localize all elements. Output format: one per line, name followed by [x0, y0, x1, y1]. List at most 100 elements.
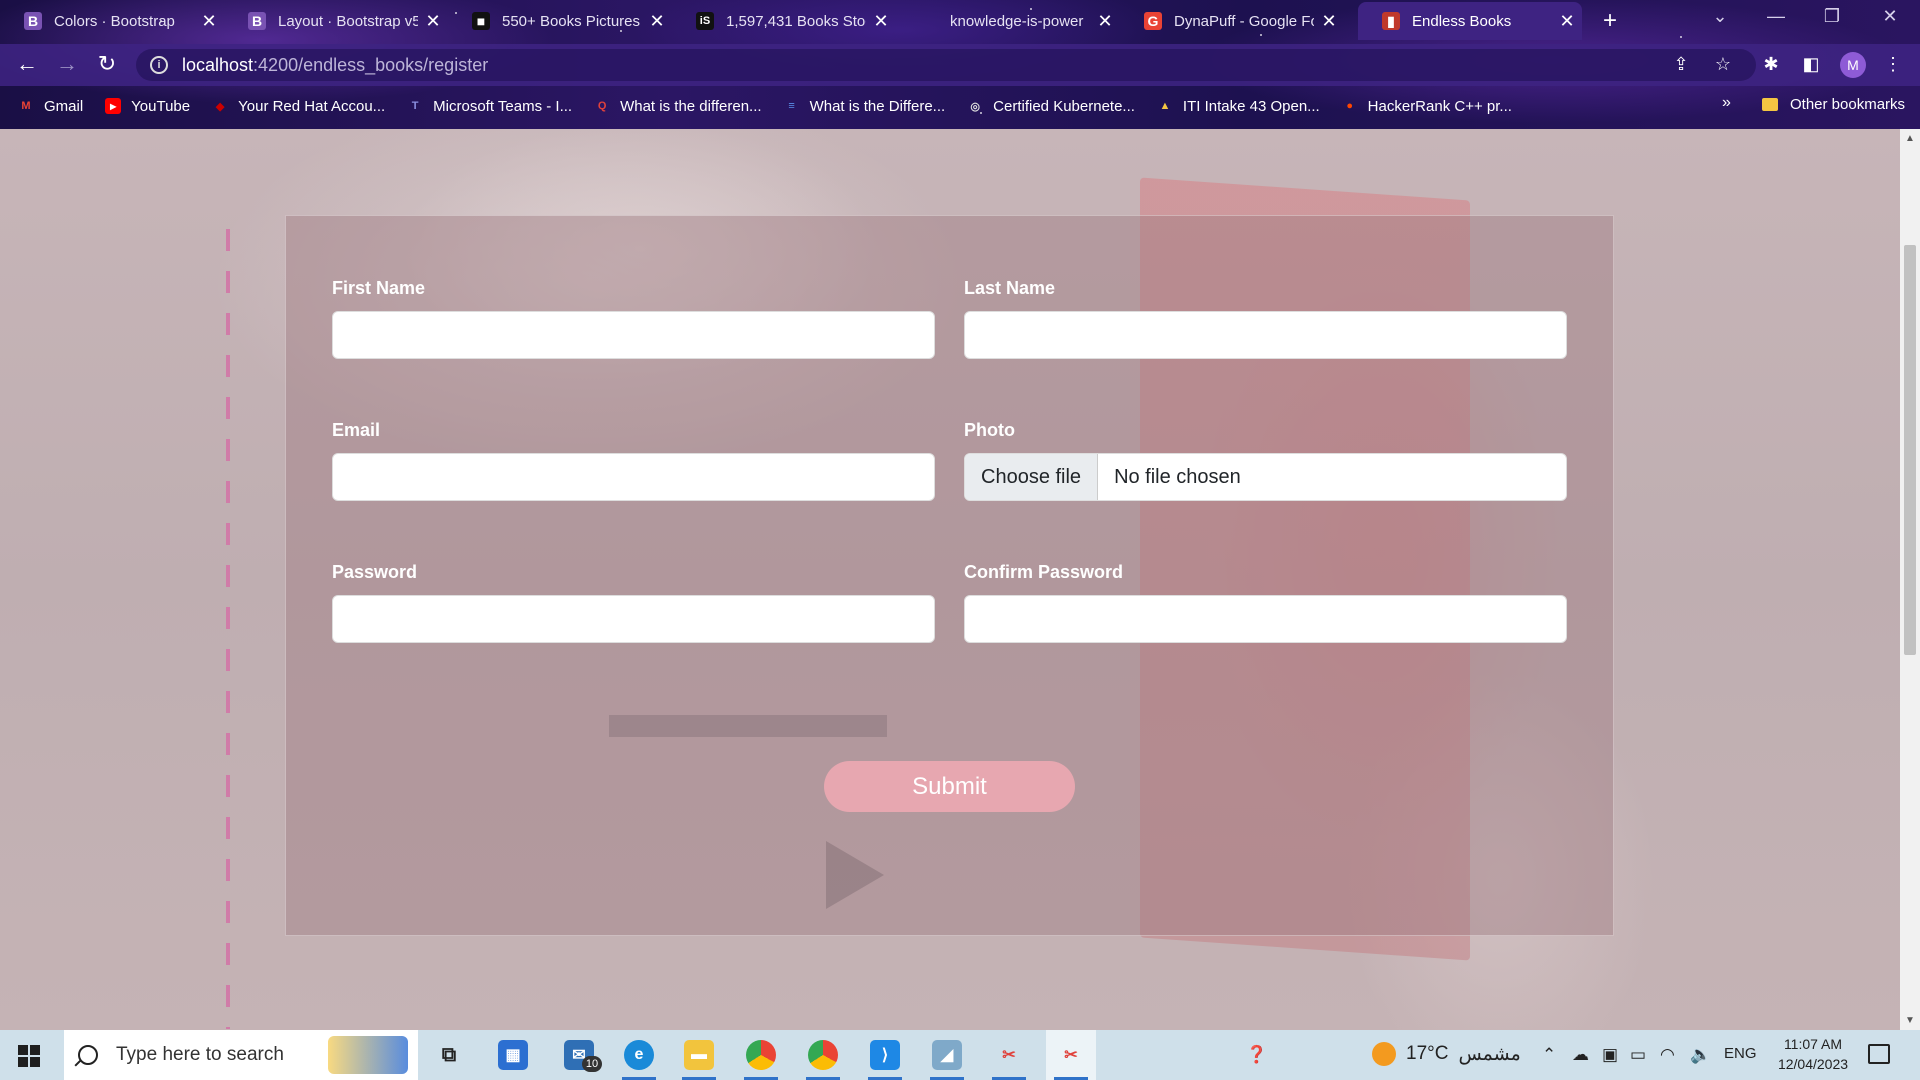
help-icon[interactable]: ❓ [1246, 1045, 1267, 1065]
onedrive-icon[interactable]: ☁ [1572, 1045, 1589, 1065]
tab-colors-bootstrap[interactable]: B Colors · Bootstrap ✕ [0, 2, 224, 40]
minimize-icon[interactable]: — [1756, 6, 1796, 27]
photo-file-input[interactable]: Choose file No file chosen [964, 453, 1567, 501]
share-icon[interactable]: ⇪ [1668, 54, 1694, 75]
submit-button[interactable]: Submit [824, 761, 1075, 812]
menu-icon[interactable]: ⋮ [1880, 54, 1906, 75]
close-icon[interactable]: ✕ [1314, 11, 1344, 32]
temperature: 17°C [1406, 1043, 1449, 1064]
tab-knowledge-is-power[interactable]: knowledge-is-power ✕ [896, 2, 1120, 40]
password-group: Password [332, 562, 935, 643]
extensions-icon[interactable]: ✱ [1758, 54, 1784, 75]
bookmark-label: Certified Kubernete... [993, 97, 1135, 115]
chrome-profile-icon[interactable] [798, 1030, 848, 1080]
email-label: Email [332, 420, 381, 440]
confirm-password-input[interactable] [964, 595, 1567, 643]
side-panel-icon[interactable]: ◧ [1798, 54, 1824, 75]
windows-start-icon[interactable] [18, 1045, 40, 1067]
chrome-icon[interactable] [736, 1030, 786, 1080]
scroll-down-icon[interactable]: ▼ [1905, 1015, 1915, 1026]
weather-text: مشمس [1458, 1043, 1521, 1065]
close-icon[interactable]: ✕ [194, 11, 224, 32]
back-icon[interactable]: ← [14, 52, 40, 78]
google-drive-icon: ▲ [1159, 100, 1171, 112]
bookmark-red-hat[interactable]: ◆ Your Red Hat Accou... [212, 98, 385, 115]
restore-icon[interactable]: ❐ [1812, 6, 1852, 27]
tab-title: DynaPuff - Google Fo [1174, 12, 1314, 30]
bookmark-difference[interactable]: ≡ What is the Differe... [784, 98, 945, 115]
forward-icon[interactable]: → [54, 52, 80, 78]
tab-search-icon[interactable]: ⌄ [1700, 6, 1740, 27]
tab-layout-bootstrap[interactable]: B Layout · Bootstrap v5 ✕ [224, 2, 448, 40]
tab-books-stock[interactable]: iS 1,597,431 Books Stock ✕ [672, 2, 896, 40]
store-icon[interactable]: ▦ [488, 1030, 538, 1080]
windows-taskbar: Type here to search ⧉ ▦ ✉ e ▬ ⟩ ◢ ✂ ✂ ❓ … [0, 1030, 1920, 1080]
mail-icon[interactable]: ✉ [554, 1030, 604, 1080]
sun-icon [1372, 1042, 1396, 1066]
chevron-up-icon[interactable]: ⌃ [1542, 1045, 1556, 1065]
tab-books-pictures[interactable]: ■ 550+ Books Pictures ✕ [448, 2, 672, 40]
bookmark-iti-intake[interactable]: ▲ ITI Intake 43 Open... [1157, 98, 1319, 115]
new-tab-button[interactable]: + [1596, 8, 1624, 36]
bookmark-label: Gmail [44, 97, 84, 115]
bookmark-teams[interactable]: T Microsoft Teams - I... [407, 98, 572, 115]
wifi-icon[interactable]: ◠ [1660, 1045, 1675, 1065]
tab-strip: B Colors · Bootstrap ✕ B Layout · Bootst… [0, 0, 1920, 42]
photo-group: Photo Choose file No file chosen [964, 420, 1567, 501]
other-bookmarks[interactable]: Other bookmarks [1762, 96, 1905, 113]
device-icon[interactable]: ▣ [1602, 1045, 1618, 1065]
profile-avatar[interactable]: M [1840, 52, 1866, 78]
taskbar-search-input[interactable]: Type here to search [64, 1030, 418, 1080]
browser-toolbar: ← → ↻ i localhost:4200/endless_books/reg… [0, 44, 1920, 86]
close-icon[interactable]: ✕ [1090, 11, 1120, 32]
tab-endless-books[interactable]: ▮ Endless Books ✕ [1358, 2, 1582, 40]
page-scrollbar[interactable]: ▲ ▼ [1900, 129, 1920, 1030]
tab-dynapuff-google-fonts[interactable]: G DynaPuff - Google Fo ✕ [1120, 2, 1344, 40]
file-explorer-icon[interactable]: ▬ [674, 1030, 724, 1080]
volume-icon[interactable]: 🔈 [1690, 1045, 1711, 1065]
close-icon[interactable]: ✕ [866, 11, 896, 32]
bookmark-hackerrank[interactable]: ● HackerRank C++ pr... [1342, 98, 1512, 115]
bookmark-quora[interactable]: Q What is the differen... [594, 97, 762, 115]
password-label: Password [332, 562, 418, 582]
choose-file-button[interactable]: Choose file [965, 454, 1099, 500]
bookmark-label: Your Red Hat Accou... [238, 97, 386, 115]
vscode-icon[interactable]: ⟩ [860, 1030, 910, 1080]
file-status: No file chosen [1114, 465, 1241, 488]
snipping-tool-icon[interactable]: ✂ [984, 1030, 1034, 1080]
scroll-thumb[interactable] [1904, 245, 1916, 655]
last-name-input[interactable] [964, 311, 1567, 359]
tab-title: 1,597,431 Books Stock [726, 12, 866, 30]
email-input[interactable] [332, 453, 935, 501]
snip-sketch-icon[interactable]: ✂ [1046, 1030, 1096, 1080]
close-icon[interactable]: ✕ [418, 11, 448, 32]
address-bar[interactable]: i localhost:4200/endless_books/register [136, 49, 1756, 81]
bookmark-gmail[interactable]: M Gmail [18, 98, 83, 115]
site-info-icon[interactable]: i [150, 56, 168, 74]
clock[interactable]: 11:07 AM 12/04/2023 [1768, 1034, 1858, 1074]
url-host: localhost [182, 54, 254, 75]
notifications-icon[interactable] [1868, 1044, 1890, 1064]
bookmark-youtube[interactable]: ▶ YouTube [105, 98, 190, 115]
first-name-input[interactable] [332, 311, 935, 359]
task-view-icon[interactable]: ⧉ [424, 1030, 474, 1080]
close-icon[interactable]: ✕ [642, 11, 672, 32]
reload-icon[interactable]: ↻ [94, 52, 120, 78]
bookmark-label: What is the differen... [620, 97, 762, 115]
weather-widget[interactable]: 17°C مشمس [1372, 1042, 1521, 1066]
close-icon[interactable]: ✕ [1552, 11, 1582, 32]
bookmark-star-icon[interactable]: ☆ [1710, 54, 1736, 75]
app-icon[interactable]: ◢ [922, 1030, 972, 1080]
search-highlight-icon [328, 1036, 408, 1074]
bookmark-label: Microsoft Teams - I... [433, 97, 573, 115]
bookmark-kubernetes[interactable]: ◎ Certified Kubernete... [967, 98, 1135, 115]
blank-icon [920, 12, 938, 30]
scroll-up-icon[interactable]: ▲ [1905, 133, 1915, 144]
edge-icon[interactable]: e [614, 1030, 664, 1080]
close-window-icon[interactable]: ✕ [1870, 6, 1910, 27]
battery-icon[interactable]: ▭ [1630, 1045, 1646, 1065]
bookmarks-overflow-button[interactable]: » [1722, 94, 1731, 112]
password-input[interactable] [332, 595, 935, 643]
url-path: :4200/endless_books/register [253, 54, 489, 75]
language-indicator[interactable]: ENG [1724, 1045, 1757, 1062]
